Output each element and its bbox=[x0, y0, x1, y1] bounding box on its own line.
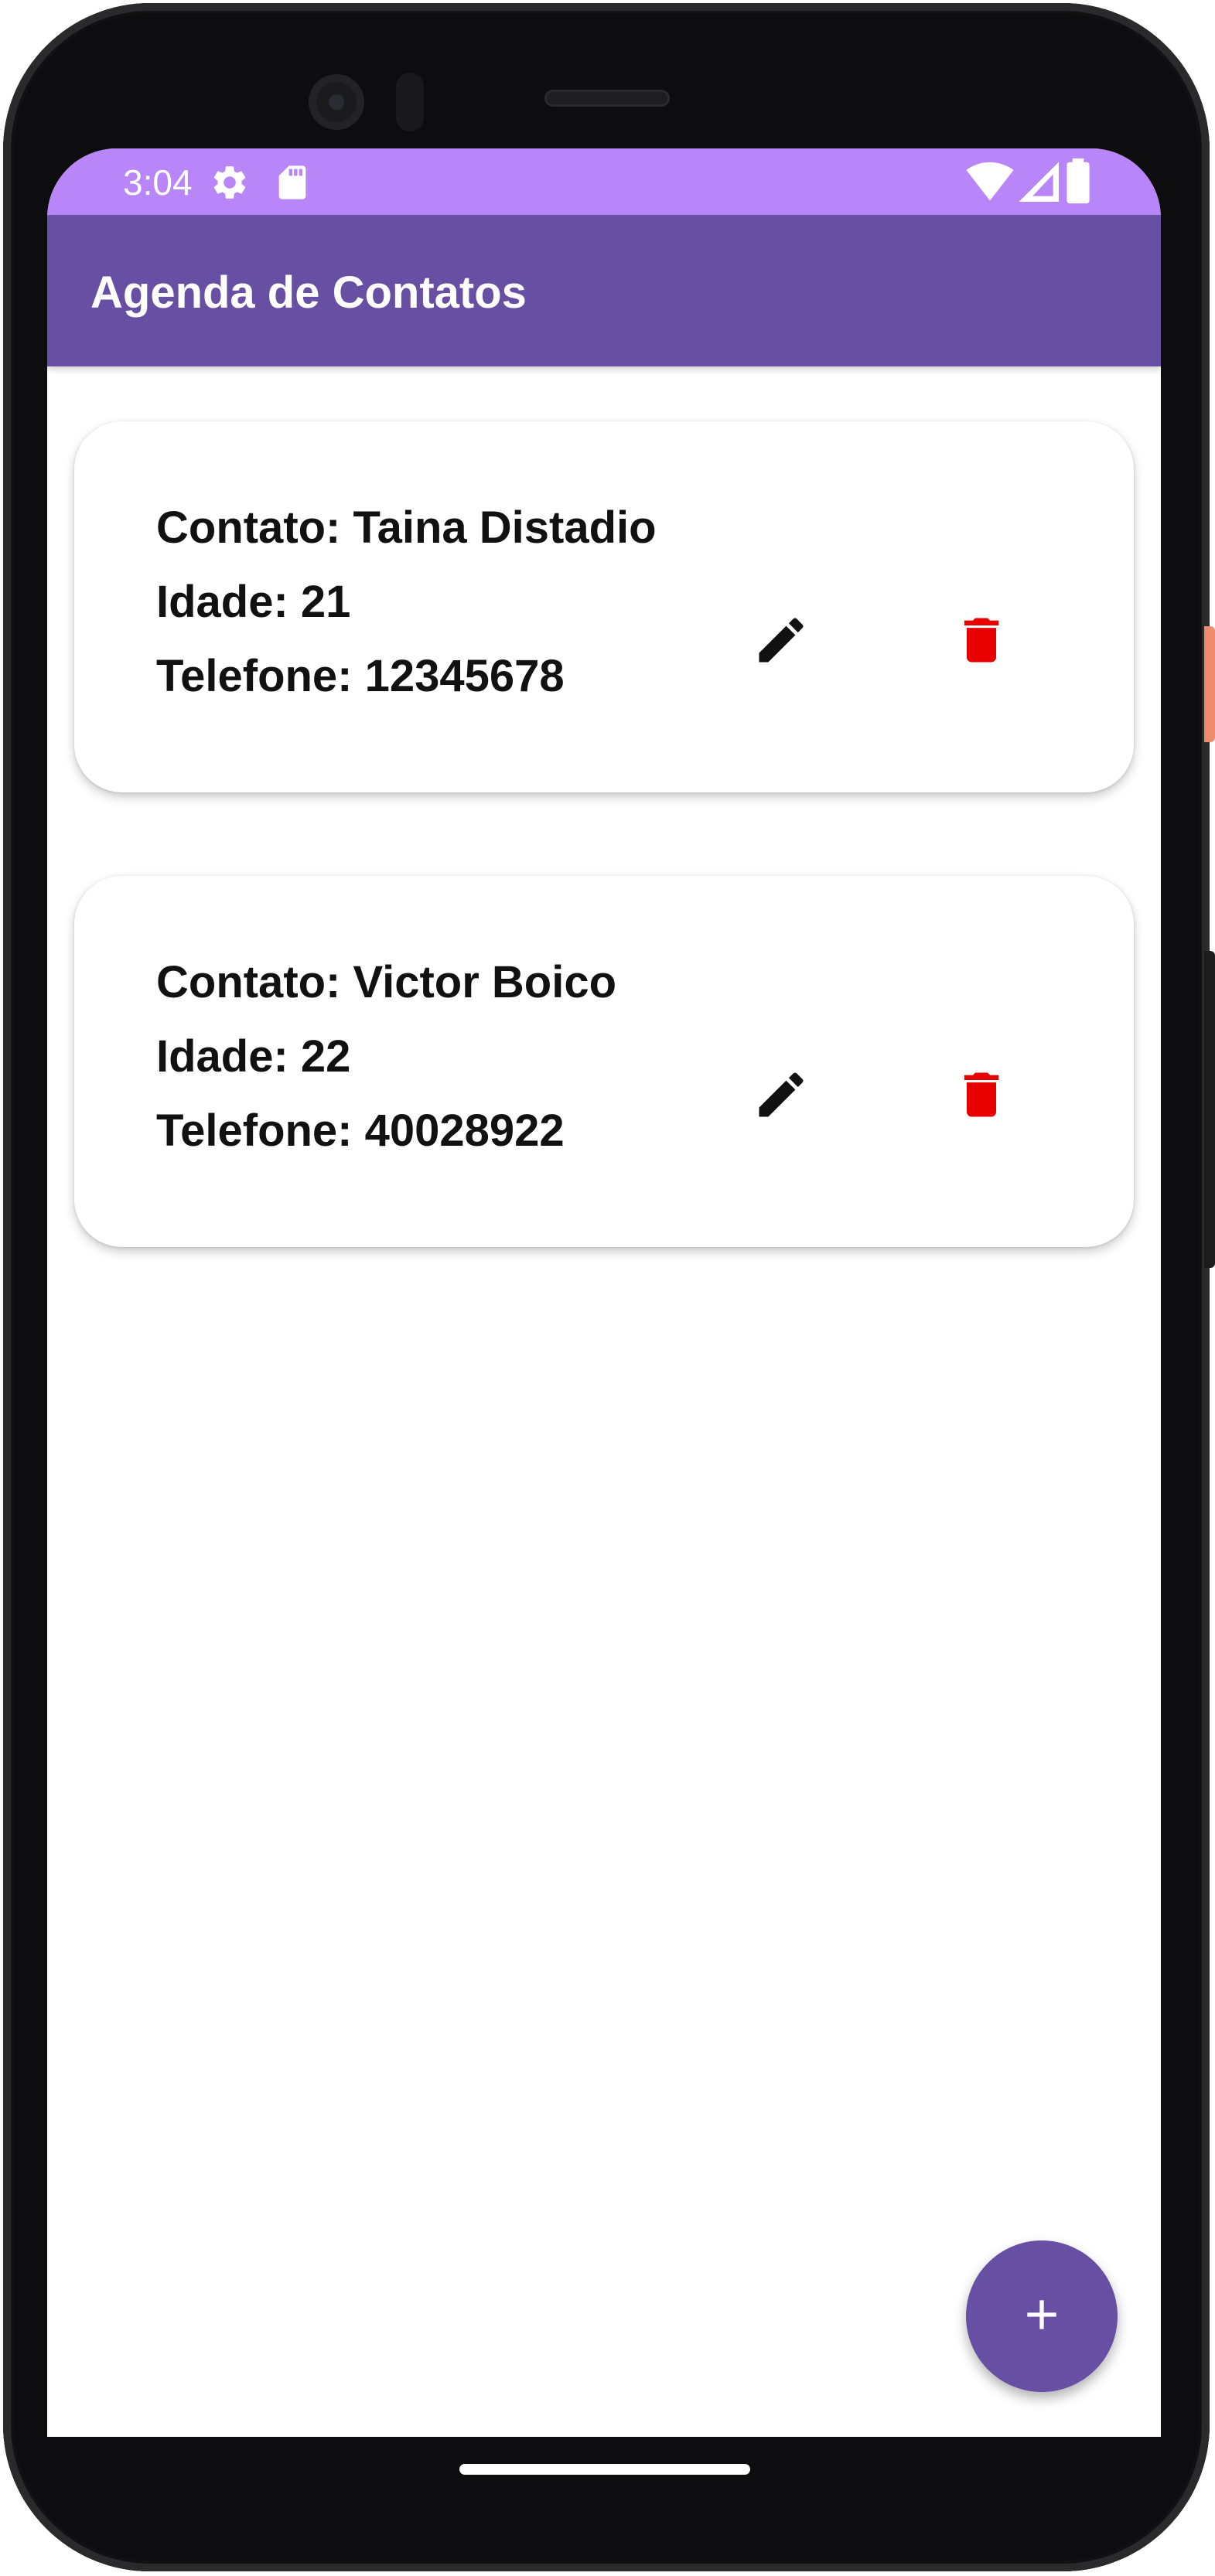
app-bar: Agenda de Contatos bbox=[47, 215, 1161, 366]
pencil-icon bbox=[752, 1065, 811, 1128]
contact-phone: Telefone: 12345678 bbox=[156, 651, 565, 701]
contact-age: Idade: 21 bbox=[156, 577, 351, 627]
edit-button[interactable] bbox=[739, 1054, 824, 1139]
pencil-icon bbox=[752, 611, 811, 673]
app-title: Agenda de Contatos bbox=[90, 267, 527, 318]
add-contact-button[interactable] bbox=[966, 2240, 1118, 2392]
plus-icon bbox=[1017, 2290, 1067, 2343]
edit-button[interactable] bbox=[739, 599, 824, 684]
power-button[interactable] bbox=[1204, 626, 1215, 742]
earpiece-speaker bbox=[544, 90, 670, 107]
status-time: 3:04 bbox=[123, 162, 193, 203]
trash-icon bbox=[952, 1065, 1011, 1128]
delete-button[interactable] bbox=[939, 1054, 1024, 1139]
contact-card: Contato: Victor Boico Idade: 22 Telefone… bbox=[74, 876, 1134, 1247]
sd-card-icon bbox=[275, 162, 310, 206]
contact-name: Contato: Victor Boico bbox=[156, 957, 617, 1007]
app-screen: 3:04 Agenda de Contatos Contato: Taina D… bbox=[47, 148, 1161, 2437]
contact-name: Contato: Taina Distadio bbox=[156, 503, 657, 553]
front-camera bbox=[309, 74, 364, 130]
contact-age: Idade: 22 bbox=[156, 1031, 351, 1082]
proximity-sensor bbox=[396, 73, 424, 131]
settings-icon bbox=[210, 162, 250, 206]
cellular-signal-icon bbox=[1017, 159, 1059, 206]
home-indicator[interactable] bbox=[459, 2464, 750, 2475]
wifi-icon bbox=[966, 159, 1014, 206]
battery-icon bbox=[1065, 158, 1091, 208]
delete-button[interactable] bbox=[939, 599, 1024, 684]
volume-button[interactable] bbox=[1204, 951, 1215, 1268]
system-navigation-bar bbox=[0, 2437, 1215, 2576]
contact-phone: Telefone: 40028922 bbox=[156, 1106, 565, 1156]
contact-card: Contato: Taina Distadio Idade: 21 Telefo… bbox=[74, 421, 1134, 792]
trash-icon bbox=[952, 611, 1011, 673]
status-bar: 3:04 bbox=[47, 148, 1161, 215]
